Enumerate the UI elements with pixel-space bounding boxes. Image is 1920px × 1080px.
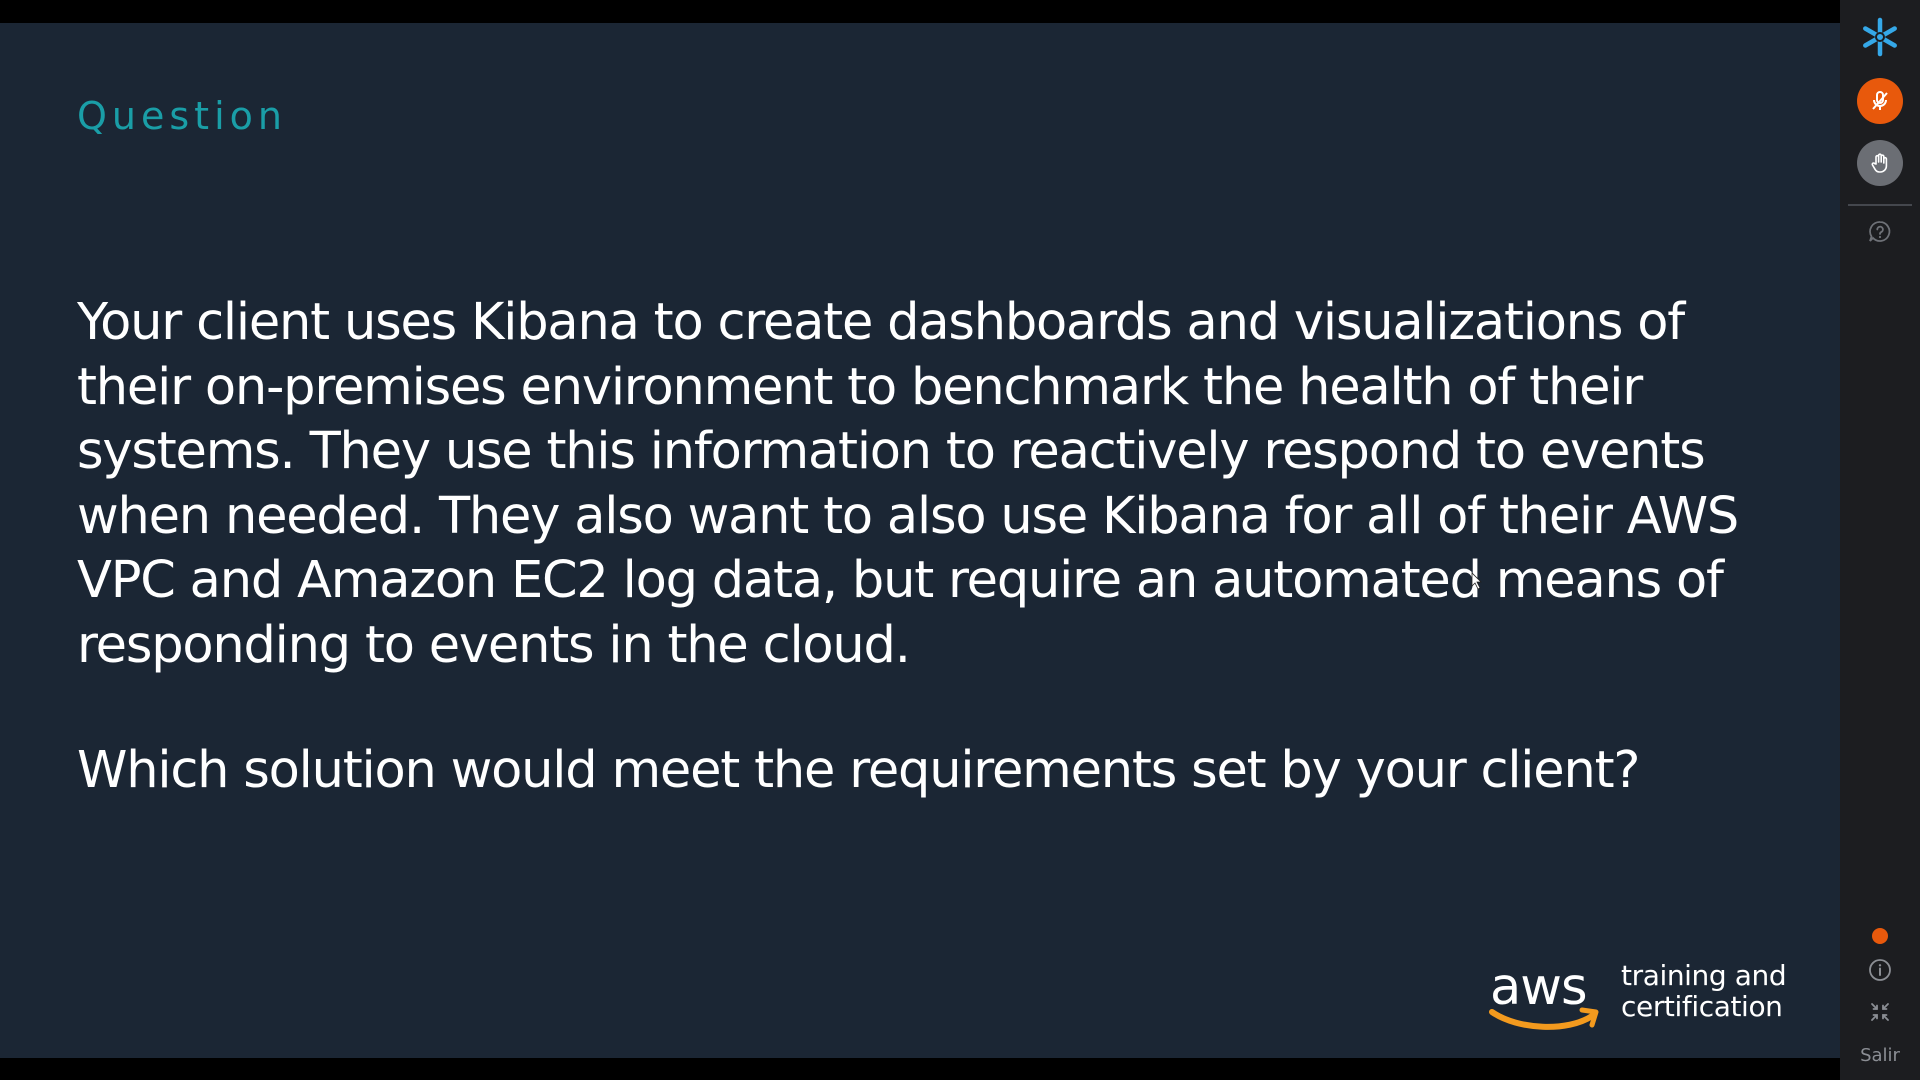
raise-hand-icon — [1871, 153, 1888, 173]
info-icon[interactable] — [1868, 958, 1892, 982]
mouse-cursor-icon — [1471, 572, 1482, 590]
meeting-sidebar: Salir — [1840, 0, 1920, 1080]
collapse-icon[interactable] — [1869, 1001, 1891, 1023]
aws-training-logo: aws training and certification — [1488, 938, 1788, 1038]
exit-button[interactable]: Salir — [1840, 1045, 1920, 1066]
question-text: Your client uses Kibana to create dashbo… — [77, 293, 1739, 675]
help-icon[interactable] — [1867, 219, 1893, 245]
question-prompt: Which solution would meet the requiremen… — [77, 741, 1640, 800]
snowflake-logo-icon[interactable] — [1860, 17, 1900, 57]
aws-logo: aws — [1488, 938, 1608, 1038]
brand-tagline: training and certification — [1621, 959, 1787, 1023]
microphone-button[interactable] — [1857, 78, 1903, 124]
presentation-slide: Question Your client uses Kibana to crea… — [0, 23, 1840, 1058]
recording-status-dot — [1872, 928, 1888, 944]
sidebar-divider — [1848, 204, 1912, 206]
screen: Question Your client uses Kibana to crea… — [0, 0, 1920, 1080]
raise-hand-button[interactable] — [1857, 140, 1903, 186]
slide-title: Question — [77, 94, 287, 138]
aws-smile-icon — [1489, 1007, 1599, 1030]
microphone-icon — [1872, 91, 1888, 110]
